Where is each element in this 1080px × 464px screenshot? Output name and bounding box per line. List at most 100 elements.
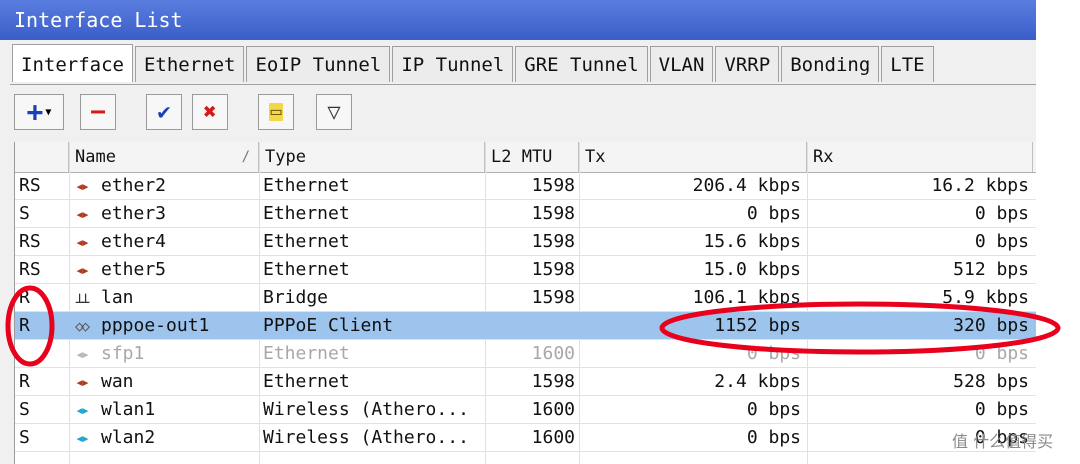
tab-divider [10, 84, 1036, 85]
row-name: ◂▸ wlan1 [75, 396, 255, 424]
row-type: Bridge [263, 287, 329, 308]
tab-bar: Interface Ethernet EoIP Tunnel IP Tunnel… [12, 44, 936, 84]
row-name: ◂▸ ether2 [75, 172, 255, 200]
table-row[interactable]: R ⊥⊥ lan Bridge 1598 106.1 kbps 5.9 kbps [15, 284, 1037, 312]
row-l2mtu: 1600 [531, 399, 575, 420]
row-l2mtu [485, 312, 575, 340]
row-flags: S [19, 399, 30, 420]
minus-icon: − [90, 97, 106, 127]
ethernet-port-icon: ◂▸ [75, 233, 90, 251]
watermark: 值 什么值得买 [952, 432, 1054, 451]
row-name: ⊥⊥ lan [75, 284, 255, 312]
col-flags[interactable] [15, 142, 69, 172]
row-tx: 106.1 kbps [692, 287, 801, 308]
comment-button[interactable]: ▭ [258, 94, 294, 130]
tab-ethernet[interactable]: Ethernet [134, 46, 245, 82]
table-header: Name / Type L2 MTU Tx Rx [15, 142, 1037, 173]
row-type: Ethernet [263, 203, 350, 224]
ethernet-port-icon: ◂▸ [75, 261, 90, 279]
row-l2mtu: 1598 [531, 175, 575, 196]
col-name[interactable]: Name / [69, 142, 259, 172]
tab-vlan[interactable]: VLAN [649, 46, 714, 82]
row-flags: RS [19, 231, 41, 252]
row-name: ◂▸ ether3 [75, 200, 255, 228]
row-rx: 5.9 kbps [942, 287, 1029, 308]
row-tx: 206.4 kbps [692, 175, 801, 196]
table-row[interactable]: RS ◂▸ ether5 Ethernet 1598 15.0 kbps 512 … [15, 256, 1037, 284]
tab-eoip-tunnel[interactable]: EoIP Tunnel [246, 46, 391, 82]
x-icon: ✖ [203, 99, 217, 125]
tab-interface[interactable]: Interface [12, 44, 133, 82]
filter-icon: ▽ [327, 99, 341, 125]
row-flags [19, 340, 65, 368]
row-type: Wireless (Athero... [263, 399, 469, 420]
ethernet-port-icon: ◂▸ [75, 345, 90, 363]
row-rx: 16.2 kbps [931, 175, 1029, 196]
table-row[interactable]: R ◂▸ wan Ethernet 1598 2.4 kbps 528 bps [15, 368, 1037, 396]
row-tx: 1152 bps [714, 315, 801, 336]
table-row[interactable]: RS ◂▸ ether2 Ethernet 1598 206.4 kbps 16.… [15, 172, 1037, 200]
col-rx[interactable]: Rx [807, 142, 1033, 172]
row-l2mtu: 1598 [531, 287, 575, 308]
row-type: Ethernet [263, 259, 350, 280]
add-button[interactable]: + ▼ [14, 94, 64, 130]
table-row[interactable]: ◂▸ sfp1 Ethernet 1600 0 bps 0 bps [15, 340, 1037, 368]
row-name: ◂▸ ether4 [75, 228, 255, 256]
row-l2mtu: 1600 [531, 343, 575, 364]
row-rx: 320 bps [953, 315, 1029, 336]
dropdown-arrow-icon: ▼ [45, 106, 52, 118]
row-l2mtu: 1598 [531, 203, 575, 224]
row-flags: S [19, 427, 30, 448]
interface-list-window: Interface List Interface Ethernet EoIP T… [0, 0, 1037, 464]
col-type[interactable]: Type [259, 142, 485, 172]
tab-gre-tunnel[interactable]: GRE Tunnel [515, 46, 648, 82]
row-l2mtu: 1598 [531, 371, 575, 392]
check-icon: ✔ [157, 99, 171, 125]
background-strip [1036, 0, 1080, 464]
row-rx: 0 bps [974, 399, 1029, 420]
tab-lte[interactable]: LTE [881, 46, 934, 82]
row-tx: 0 bps [746, 343, 801, 364]
row-flags: R [19, 371, 30, 392]
row-flags: RS [19, 175, 41, 196]
row-flags: R [19, 315, 30, 336]
col-l2mtu[interactable]: L2 MTU [485, 142, 579, 172]
row-rx: 0 bps [974, 203, 1029, 224]
row-flags: R [19, 287, 30, 308]
wireless-icon: ◂▸ [75, 401, 90, 419]
table-row[interactable]: S ◂▸ ether3 Ethernet 1598 0 bps 0 bps [15, 200, 1037, 228]
row-rx: 512 bps [953, 259, 1029, 280]
row-rx: 0 bps [974, 231, 1029, 252]
wireless-icon: ◂▸ [75, 429, 90, 447]
row-tx: 15.0 kbps [703, 259, 801, 280]
row-tx: 0 bps [746, 203, 801, 224]
row-flags: RS [19, 259, 41, 280]
note-icon: ▭ [268, 101, 284, 122]
sort-indicator-icon: / [241, 149, 250, 165]
row-type: Ethernet [263, 231, 350, 252]
row-tx: 15.6 kbps [703, 231, 801, 252]
remove-button[interactable]: − [80, 94, 116, 130]
col-name-label: Name [75, 147, 116, 167]
row-type: Ethernet [263, 343, 350, 364]
table-row[interactable]: S ◂▸ wlan1 Wireless (Athero... 1600 0 bps… [15, 396, 1037, 424]
tab-bonding[interactable]: Bonding [781, 46, 880, 82]
row-type: Ethernet [263, 175, 350, 196]
row-type: Ethernet [263, 371, 350, 392]
row-name: ◂▸ wlan2 [75, 424, 255, 452]
row-l2mtu: 1598 [531, 259, 575, 280]
row-name: ◂▸ wan [75, 368, 255, 396]
ethernet-port-icon: ◂▸ [75, 373, 90, 391]
table-row[interactable]: R ◇◇ pppoe-out1 PPPoE Client 1152 bps 320… [15, 312, 1037, 340]
row-tx: 0 bps [746, 427, 801, 448]
table-row[interactable]: S ◂▸ wlan2 Wireless (Athero... 1600 0 bps… [15, 424, 1037, 452]
filter-button[interactable]: ▽ [316, 94, 352, 130]
col-tx[interactable]: Tx [579, 142, 807, 172]
disable-button[interactable]: ✖ [192, 94, 228, 130]
enable-button[interactable]: ✔ [146, 94, 182, 130]
tab-ip-tunnel[interactable]: IP Tunnel [392, 46, 514, 82]
table-row[interactable]: RS ◂▸ ether4 Ethernet 1598 15.6 kbps 0 bp… [15, 228, 1037, 256]
row-rx: 528 bps [953, 371, 1029, 392]
tab-vrrp[interactable]: VRRP [715, 46, 780, 82]
row-tx: 0 bps [746, 399, 801, 420]
